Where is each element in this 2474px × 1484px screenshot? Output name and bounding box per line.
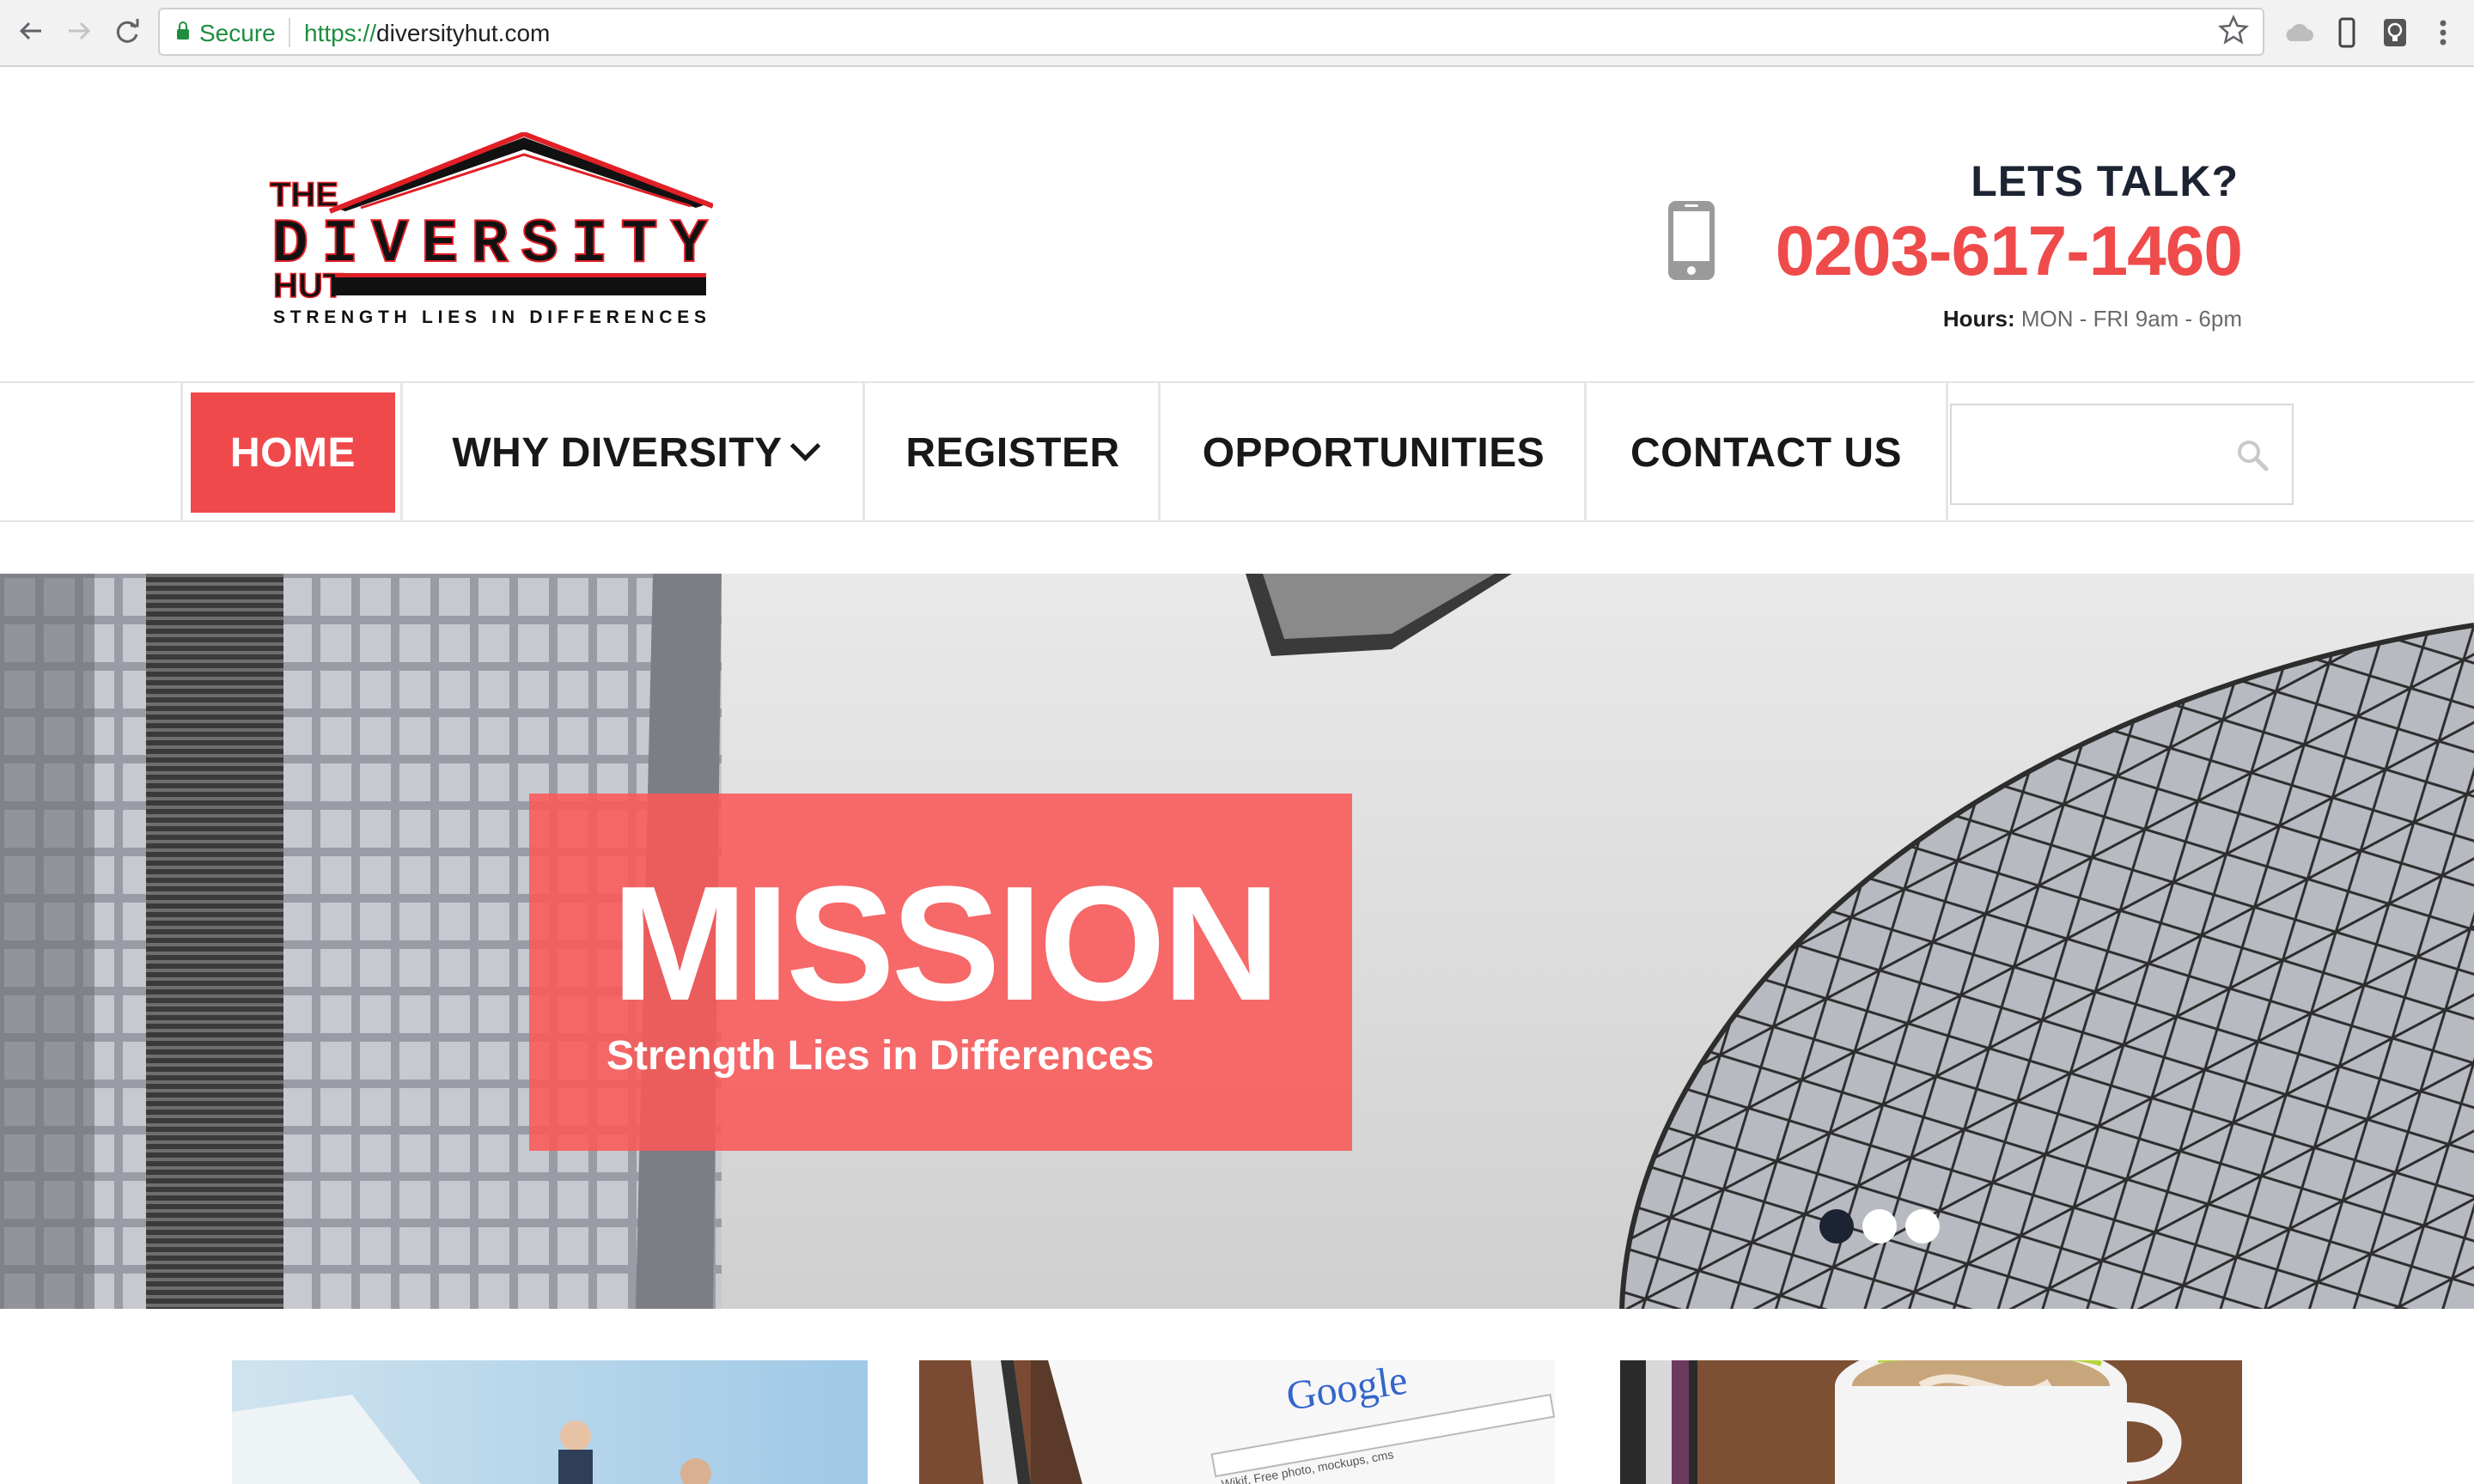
- url-host: diversityhut.com: [376, 20, 551, 46]
- search-input[interactable]: [1950, 404, 2294, 505]
- feature-card-2-image[interactable]: Google Wikif, Free photo, mockups, cms: [919, 1360, 1555, 1484]
- nav-register[interactable]: REGISTER: [862, 383, 1161, 522]
- feature-card-1-image[interactable]: [232, 1360, 868, 1484]
- browser-toolbar: Secure https://diversityhut.com: [0, 0, 2474, 67]
- nav-opportunities[interactable]: OPPORTUNITIES: [1158, 383, 1587, 522]
- secure-indicator[interactable]: Secure: [177, 20, 276, 47]
- search-icon[interactable]: [2235, 438, 2270, 472]
- mobile-extension-icon[interactable]: [2330, 15, 2364, 50]
- secure-label: Secure: [199, 20, 276, 46]
- phone-number[interactable]: 0203-617-1460: [1776, 211, 2243, 292]
- url-text[interactable]: https://diversityhut.com: [304, 20, 550, 47]
- nav-home-label: HOME: [191, 392, 395, 513]
- feature-card-3-image[interactable]: [1620, 1360, 2242, 1484]
- forward-arrow-icon[interactable]: [60, 12, 98, 50]
- nav-opportunities-label: OPPORTUNITIES: [1202, 429, 1545, 476]
- diversity-hut-logo[interactable]: THE DIVERSITY HUT STRENGTH LIES IN DIFFE…: [266, 132, 713, 330]
- nav-why-diversity-label: WHY DIVERSITY: [452, 429, 783, 476]
- slider-dot-1[interactable]: [1819, 1209, 1854, 1244]
- main-navigation: HOME WHY DIVERSITY REGISTER OPPORTUNITIE…: [0, 381, 2474, 522]
- hero-subtitle: Strength Lies in Differences: [606, 1033, 1155, 1079]
- lets-talk-heading: LETS TALK?: [1971, 157, 2239, 205]
- reload-icon[interactable]: [108, 12, 146, 50]
- cloud-extension-icon[interactable]: [2282, 15, 2316, 50]
- bulb-extension-icon[interactable]: [2378, 15, 2412, 50]
- coffee-cup-image: [1620, 1360, 2242, 1484]
- hero-slider: MISSION Strength Lies in Differences: [0, 574, 2474, 1309]
- back-arrow-icon[interactable]: [12, 12, 50, 50]
- logo-the: THE: [270, 176, 338, 214]
- bookmark-star-icon[interactable]: [2216, 13, 2251, 47]
- office-people-image: [232, 1360, 868, 1484]
- nav-home[interactable]: HOME: [180, 383, 403, 522]
- hero-caption-box: MISSION Strength Lies in Differences: [529, 794, 1352, 1151]
- address-bar[interactable]: Secure https://diversityhut.com: [158, 8, 2264, 56]
- slider-dot-3[interactable]: [1905, 1209, 1940, 1244]
- lock-icon: [177, 21, 189, 40]
- hero-title: MISSION: [612, 853, 1280, 1035]
- chevron-down-icon: [789, 430, 820, 461]
- logo-tagline: STRENGTH LIES IN DIFFERENCES: [273, 307, 706, 327]
- url-scheme: https://: [304, 20, 377, 46]
- nav-contact-us-label: CONTACT US: [1630, 429, 1903, 476]
- nav-contact-us[interactable]: CONTACT US: [1584, 383, 1948, 522]
- hours-value: MON - FRI 9am - 6pm: [2020, 306, 2242, 331]
- hours-label: Hours:: [1942, 306, 2015, 331]
- phone-icon: [1668, 201, 1715, 280]
- logo-hut: HUT: [273, 267, 344, 305]
- url-separator: [289, 18, 290, 47]
- nav-register-label: REGISTER: [905, 429, 1120, 476]
- google-search-laptop-image: Google Wikif, Free photo, mockups, cms: [919, 1360, 1555, 1484]
- menu-kebab-icon[interactable]: [2426, 15, 2460, 50]
- business-hours: Hours: MON - FRI 9am - 6pm: [1943, 306, 2242, 332]
- nav-why-diversity[interactable]: WHY DIVERSITY: [400, 383, 865, 522]
- slider-dot-2[interactable]: [1862, 1209, 1897, 1244]
